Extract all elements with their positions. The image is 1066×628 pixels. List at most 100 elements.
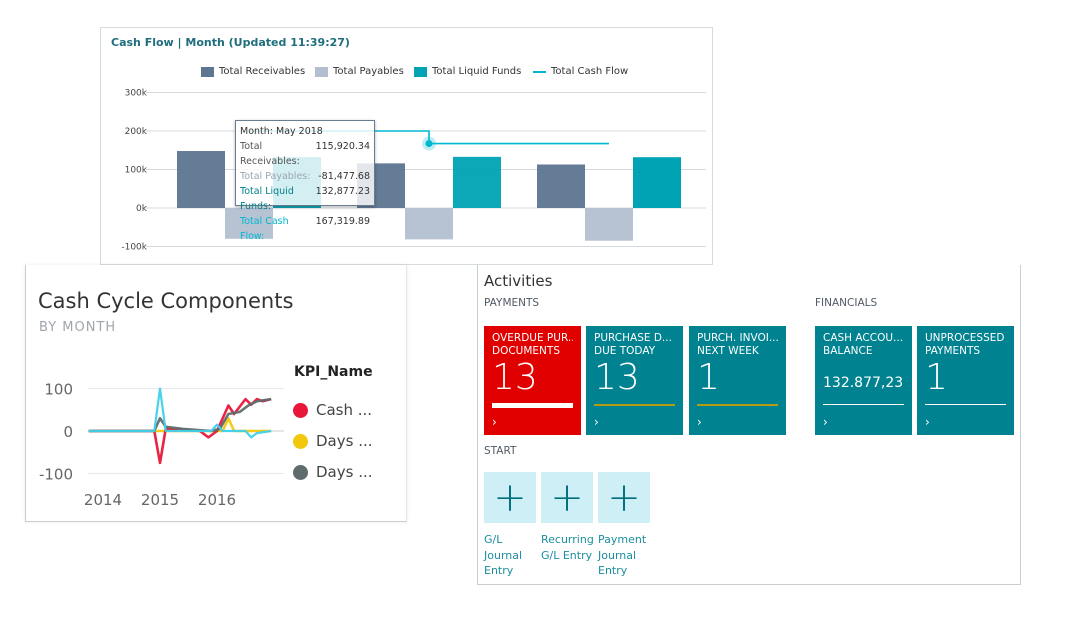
chevron-right-icon: ›: [492, 415, 497, 429]
tile-value: 13: [492, 357, 538, 398]
legend-label: Days ...: [316, 432, 373, 450]
y-tick-label: 300k: [125, 89, 148, 99]
link-text: Journal: [598, 548, 637, 562]
tile-purchase-invoices-next-week[interactable]: PURCH. INVOI... NEXT WEEK 1 ›: [689, 326, 786, 435]
cash-cycle-chart: 100 0 -100 2014 2015 2016: [39, 381, 284, 509]
chevron-right-icon: ›: [925, 415, 930, 429]
legend-item[interactable]: Days ...: [293, 432, 373, 450]
tooltip-label: Total Liquid Funds:: [240, 186, 294, 212]
legend-dot: [293, 464, 308, 480]
legend-total-payables[interactable]: Total Payables: [315, 66, 404, 77]
tile-overdue-purchase-documents[interactable]: OVERDUE PUR... DOCUMENTS 13 ›: [484, 326, 581, 435]
chart-tooltip: Month: May 2018 Total Receivables: 115,92…: [235, 120, 375, 242]
link-text: G/L: [484, 533, 503, 546]
legend-item[interactable]: Cash ...: [293, 401, 372, 419]
link-text: Recurring: [541, 533, 594, 546]
legend-label: Total Cash Flow: [551, 66, 629, 77]
activities-panel: Activities PAYMENTS FINANCIALS START OVE…: [477, 265, 1021, 585]
legend-label: Cash ...: [316, 401, 373, 419]
legend-line: [533, 70, 546, 73]
cash-flow-title: Cash Flow | Month (Updated 11:39:27): [111, 36, 350, 49]
legend-total-cash-flow[interactable]: Total Cash Flow: [533, 66, 628, 77]
tooltip-row: Total Payables: -81,477.68: [240, 169, 370, 184]
bar-total-receivables: [177, 151, 225, 208]
tile-title: UNPROCESSED: [925, 332, 1005, 344]
gl-journal-entry-button[interactable]: +: [484, 472, 536, 523]
bar-total-liquid-funds: [453, 156, 501, 208]
financials-section-label: FINANCIALS: [815, 297, 878, 309]
bar-total-receivables: [537, 164, 585, 208]
chevron-right-icon: ›: [594, 415, 599, 429]
tooltip-row: Total Cash Flow: 167,319.89: [240, 214, 370, 244]
tooltip-row: Total Liquid Funds: 132,877.23: [240, 184, 370, 214]
bar-total-liquid-funds: [633, 157, 681, 208]
x-tick-label: 2016: [198, 491, 236, 509]
legend-label: Days ...: [316, 463, 373, 481]
legend-label: Total Payables: [333, 66, 404, 77]
tooltip-value: 132,877.23: [315, 186, 370, 197]
start-section-label: START: [484, 445, 517, 457]
tile-purchase-documents-due-today[interactable]: PURCHASE D... DUE TODAY 13 ›: [586, 326, 683, 435]
tile-title: PURCH. INVOI...: [697, 332, 778, 344]
y-tick-label: 100: [44, 381, 73, 399]
cash-flow-chart: 300k 200k 100k 0k -100k: [121, 89, 706, 253]
x-tick-label: 2015: [141, 491, 179, 509]
bar-total-payables: [405, 208, 453, 240]
y-tick-label: -100: [39, 466, 73, 484]
tooltip-label: Total Payables:: [240, 171, 311, 182]
y-tick-label: 100k: [125, 166, 148, 176]
tile-title: CASH ACCOU...: [823, 332, 904, 344]
tooltip-label: Total Cash Flow:: [240, 216, 289, 242]
legend-title: KPI_Name: [294, 364, 373, 380]
tile-value: 1: [925, 357, 948, 398]
cash-cycle-panel: Cash Cycle Components BY MONTH 100 0 -100 2…: [25, 265, 407, 522]
gl-journal-entry-link[interactable]: G/L Journal Entry: [484, 532, 540, 579]
hover-point: [425, 140, 433, 148]
tile-title: BALANCE: [823, 345, 873, 357]
tile-value: 132.877,23: [823, 375, 904, 391]
tile-value: 13: [594, 357, 640, 398]
tile-title: PURCHASE D...: [594, 332, 672, 344]
legend-dot: [293, 402, 308, 418]
tooltip-label: Total Receivables:: [240, 141, 300, 167]
link-text: Entry: [484, 564, 514, 577]
chevron-right-icon: ›: [697, 415, 702, 429]
tile-cash-accounts-balance[interactable]: CASH ACCOU... BALANCE 132.877,23 ›: [815, 326, 912, 435]
plus-icon: +: [607, 474, 641, 521]
tile-unprocessed-payments[interactable]: UNPROCESSED PAYMENTS 1 ›: [917, 326, 1014, 435]
plus-icon: +: [493, 474, 527, 521]
chevron-right-icon: ›: [823, 415, 828, 429]
link-text: G/L Entry: [541, 548, 593, 562]
tile-indicator-bar: [697, 404, 778, 406]
y-tick-label: 0k: [136, 204, 148, 214]
plus-icon: +: [550, 474, 584, 521]
tile-value: 1: [697, 357, 720, 398]
tooltip-value: -81,477.68: [318, 171, 370, 182]
recurring-gl-entry-link[interactable]: Recurring G/L Entry: [541, 532, 597, 563]
legend-total-liquid-funds[interactable]: Total Liquid Funds: [414, 66, 521, 77]
tile-title: OVERDUE PUR...: [492, 332, 573, 344]
tooltip-row: Total Receivables: 115,920.34: [240, 139, 370, 169]
recurring-gl-entry-button[interactable]: +: [541, 472, 593, 523]
legend-swatch: [315, 66, 328, 77]
legend-total-receivables[interactable]: Total Receivables: [201, 66, 305, 77]
tooltip-month: Month: May 2018: [240, 126, 323, 137]
link-text: Journal: [484, 548, 523, 562]
tile-indicator-bar: [925, 404, 1006, 405]
legend-label: Total Receivables: [219, 66, 306, 77]
bar-total-payables: [585, 208, 633, 241]
tile-indicator-bar: [492, 403, 573, 408]
series-line: [88, 397, 272, 433]
legend-item[interactable]: Days ...: [293, 463, 373, 481]
y-tick-label: -100k: [121, 243, 147, 253]
activities-title: Activities: [484, 272, 553, 290]
tile-indicator-bar: [594, 404, 675, 406]
legend-swatch: [201, 66, 214, 77]
legend-swatch: [414, 66, 427, 77]
y-tick-label: 0: [63, 423, 73, 441]
series-line: [88, 387, 272, 439]
payment-journal-entry-button[interactable]: +: [598, 472, 650, 523]
tooltip-value: 115,920.34: [315, 141, 370, 152]
tooltip-value: 167,319.89: [315, 216, 370, 227]
payment-journal-entry-link[interactable]: Payment Journal Entry: [598, 532, 654, 579]
